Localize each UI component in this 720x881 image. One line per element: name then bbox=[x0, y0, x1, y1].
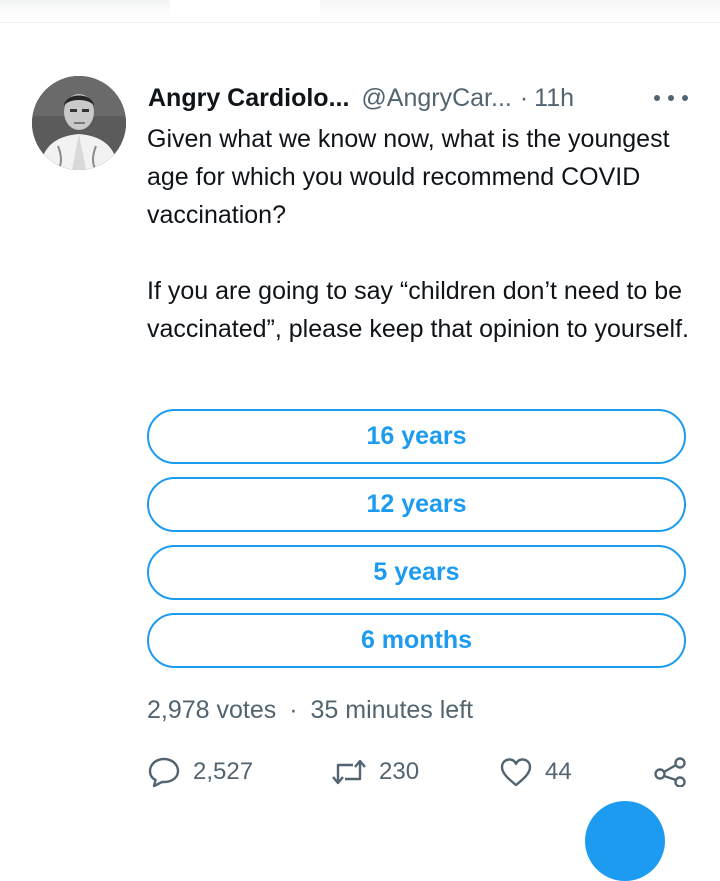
reply-button[interactable]: 2,527 bbox=[147, 752, 253, 792]
top-strip bbox=[0, 0, 720, 23]
top-strip-shadow-left bbox=[0, 0, 170, 18]
more-dot bbox=[654, 95, 660, 101]
tweet-text: Given what we know now, what is the youn… bbox=[147, 120, 707, 348]
tweet-header: Angry Cardiolo... @AngryCar... · 11h bbox=[148, 80, 574, 116]
retweet-button[interactable]: 230 bbox=[331, 752, 419, 792]
reply-icon bbox=[148, 757, 180, 788]
poll-separator: · bbox=[289, 696, 298, 724]
more-icon[interactable] bbox=[654, 90, 688, 106]
header-separator: · bbox=[519, 83, 529, 112]
retweet-icon bbox=[332, 759, 366, 785]
like-button[interactable]: 44 bbox=[499, 752, 572, 792]
share-icon bbox=[654, 757, 686, 787]
compose-button[interactable] bbox=[585, 801, 665, 881]
share-button[interactable] bbox=[653, 752, 687, 792]
poll-option-1[interactable]: 16 years bbox=[147, 409, 686, 464]
retweet-count: 230 bbox=[379, 758, 420, 785]
more-dot bbox=[668, 95, 674, 101]
tweet-paragraph: If you are going to say “children don’t … bbox=[147, 277, 690, 343]
poll-option-2[interactable]: 12 years bbox=[147, 477, 686, 532]
author-handle[interactable]: @AngryCar... bbox=[361, 84, 511, 113]
like-count: 44 bbox=[545, 758, 572, 785]
poll-time-left: 35 minutes left bbox=[310, 696, 474, 724]
tweet-paragraph: Given what we know now, what is the youn… bbox=[147, 125, 670, 229]
reply-count: 2,527 bbox=[193, 758, 254, 785]
poll-meta: 2,978 votes · 35 minutes left bbox=[147, 696, 473, 725]
author-name[interactable]: Angry Cardiolo... bbox=[148, 84, 349, 113]
like-icon bbox=[500, 758, 532, 787]
poll-option-4[interactable]: 6 months bbox=[147, 613, 686, 668]
more-dot bbox=[682, 95, 688, 101]
tweet-time[interactable]: 11h bbox=[534, 84, 574, 113]
top-strip-shadow-right bbox=[320, 0, 720, 18]
poll-option-3[interactable]: 5 years bbox=[147, 545, 686, 600]
avatar-image bbox=[32, 76, 126, 170]
avatar[interactable] bbox=[32, 76, 126, 170]
poll-votes: 2,978 votes bbox=[147, 696, 277, 724]
action-bar: 2,527 230 44 bbox=[147, 752, 692, 792]
